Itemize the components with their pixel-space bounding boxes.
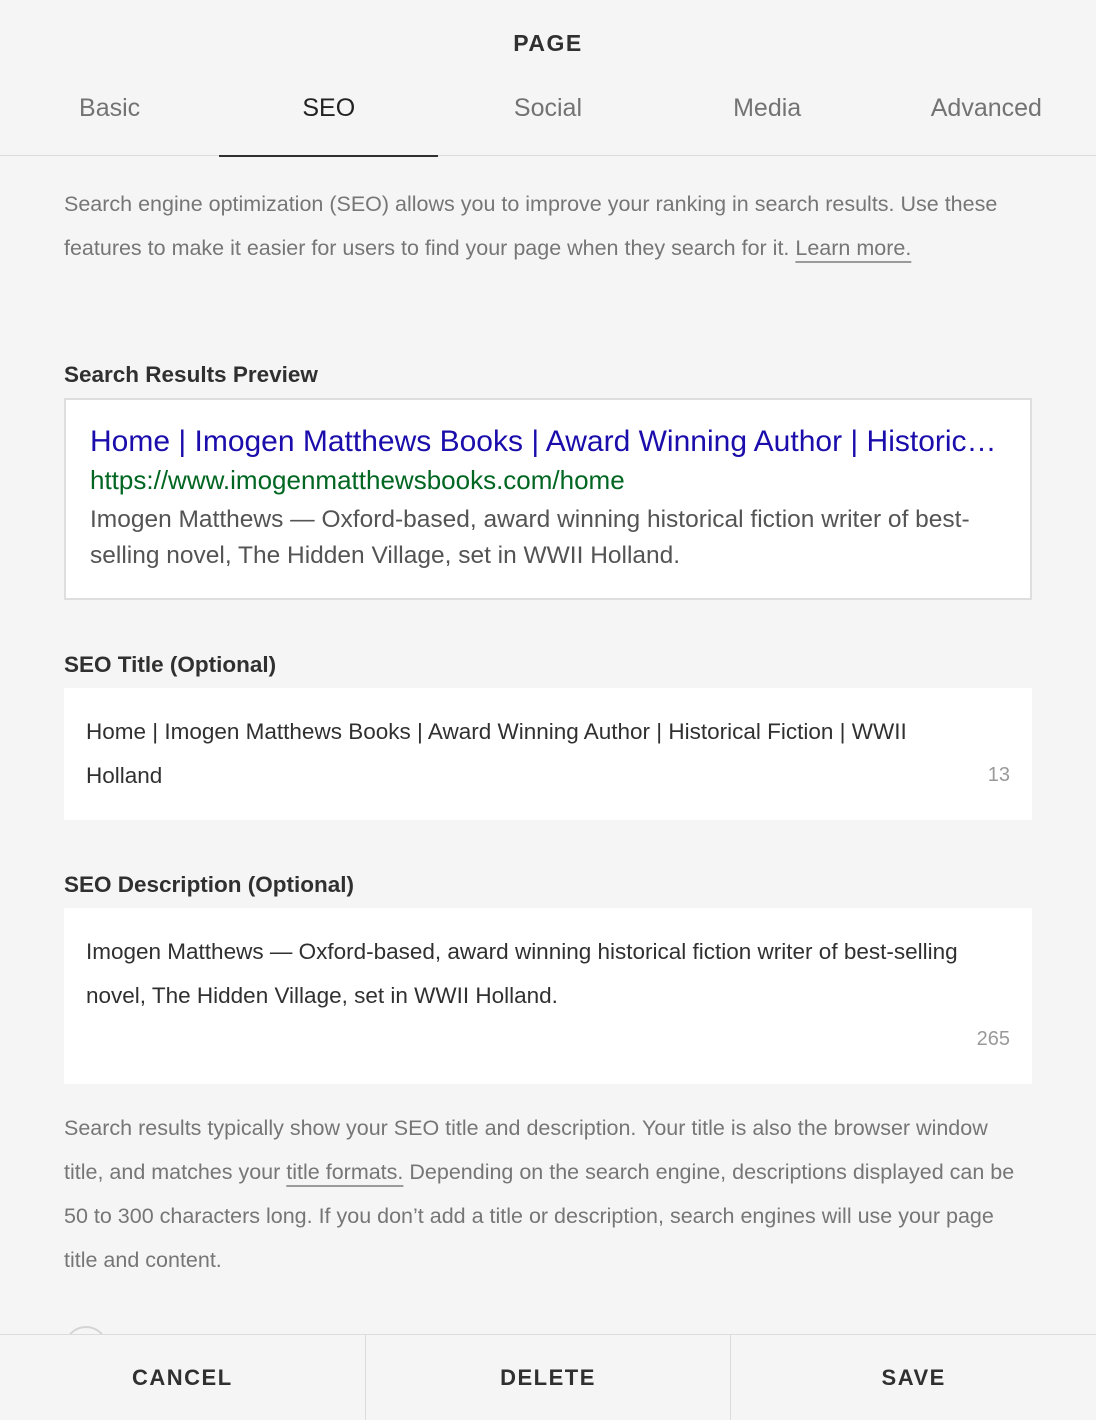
tab-bar: Basic SEO Social Media Advanced — [0, 72, 1096, 157]
tab-social[interactable]: Social — [438, 72, 657, 156]
tab-media[interactable]: Media — [658, 72, 877, 156]
seo-description-counter: 265 — [976, 1028, 1010, 1050]
seo-content: Search engine optimization (SEO) allows … — [64, 156, 1032, 1272]
cancel-button[interactable]: CANCEL — [0, 1335, 366, 1420]
tab-advanced[interactable]: Advanced — [877, 72, 1096, 156]
seo-intro: Search engine optimization (SEO) allows … — [64, 182, 1014, 270]
tab-seo[interactable]: SEO — [219, 72, 439, 157]
page-title: PAGE — [513, 30, 583, 56]
search-results-preview: Home | Imogen Matthews Books | Award Win… — [64, 398, 1032, 600]
seo-description-field[interactable]: Imogen Matthews — Oxford-based, award wi… — [64, 908, 1032, 1084]
panel-header: PAGE Basic SEO Social Media Advanced — [0, 0, 1096, 157]
preview-title: Home | Imogen Matthews Books | Award Win… — [90, 425, 1006, 458]
tab-basic[interactable]: Basic — [0, 72, 219, 156]
seo-title-value[interactable]: Home | Imogen Matthews Books | Award Win… — [86, 710, 966, 798]
learn-more-link[interactable]: Learn more. — [795, 236, 911, 260]
preview-label: Search Results Preview — [64, 362, 318, 387]
preview-url: https://www.imogenmatthewsbooks.com/home — [90, 465, 625, 495]
panel-footer: CANCEL DELETE SAVE — [0, 1334, 1096, 1420]
seo-description-label: SEO Description (Optional) — [64, 872, 355, 897]
seo-title-label: SEO Title (Optional) — [64, 652, 277, 677]
preview-description: Imogen Matthews — Oxford-based, award wi… — [90, 506, 970, 569]
title-formats-link[interactable]: title formats. — [286, 1160, 403, 1184]
seo-title-field[interactable]: Home | Imogen Matthews Books | Award Win… — [64, 688, 1032, 820]
seo-footnote: Search results typically show your SEO t… — [64, 1106, 1024, 1282]
delete-button[interactable]: DELETE — [366, 1335, 732, 1420]
seo-description-value[interactable]: Imogen Matthews — Oxford-based, award wi… — [86, 930, 966, 1018]
seo-title-counter: 13 — [987, 764, 1010, 786]
save-button[interactable]: SAVE — [731, 1335, 1096, 1420]
